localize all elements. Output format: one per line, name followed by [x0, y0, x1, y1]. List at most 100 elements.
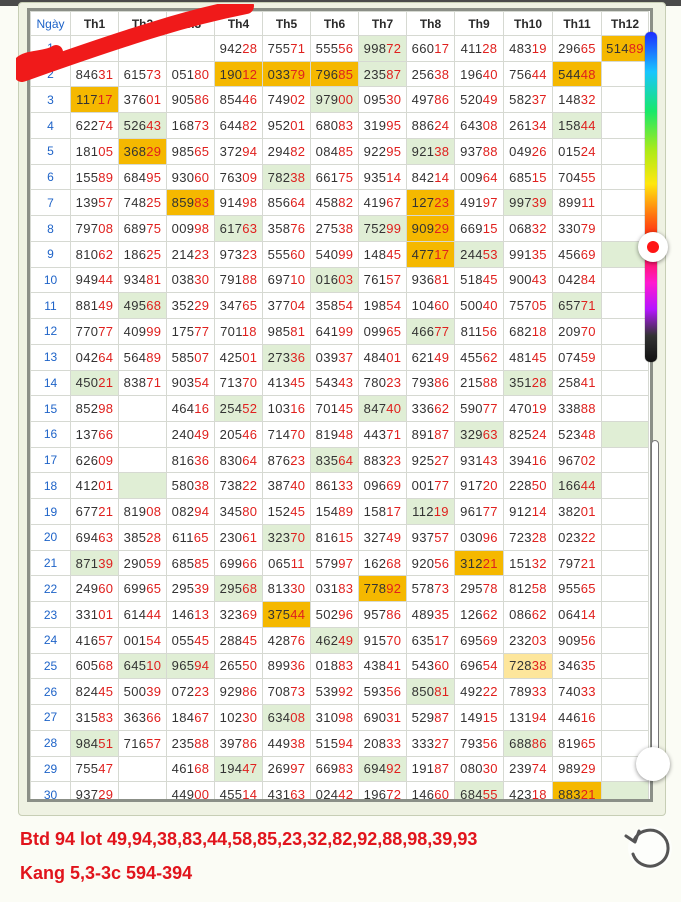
column-header-month: Th5 [262, 11, 311, 36]
result-cell: 03096 [454, 523, 504, 551]
table-row: 8 79708 68975 00998 61763 35876 27538 75299 9092… [30, 215, 650, 242]
result-cell: 916 [70, 35, 119, 62]
result-cell [601, 626, 649, 654]
day-cell: 23 [30, 601, 71, 628]
result-cell: 85983 [166, 189, 215, 217]
result-cell: 92295 [358, 137, 407, 165]
result-cell: 31583 [70, 704, 119, 731]
result-cell: 54360 [406, 652, 455, 680]
column-header-month: Th12 [601, 11, 649, 36]
result-cell: 41657 [70, 626, 119, 654]
table-row: 28 98451 71657 23588 39786 44938 51594 20833 333… [30, 729, 650, 757]
result-cell: 78023 [358, 369, 407, 397]
table-row: 12 77077 40999 17577 70118 98581 64199 09965 466… [30, 318, 650, 345]
result-cell: 00154 [118, 626, 167, 654]
result-cell: 11219 [406, 498, 455, 525]
result-cell: 74033 [552, 678, 602, 706]
day-cell: 9 [30, 240, 71, 268]
result-cell: 79356 [454, 729, 504, 757]
result-cell: 83871 [118, 369, 167, 397]
result-cell: 65771 [552, 292, 602, 320]
result-cell: 15245 [262, 498, 311, 525]
result-cell: 68515 [503, 163, 553, 191]
result-cell: 85298 [70, 395, 119, 423]
result-cell: 88149 [70, 292, 119, 320]
result-cell: 62149 [406, 343, 455, 371]
result-cell: 37294 [214, 137, 263, 165]
day-cell: 22 [30, 575, 71, 603]
result-cell: 69569 [454, 626, 504, 654]
result-cell: 20833 [358, 729, 407, 757]
result-cell: 12723 [406, 189, 455, 217]
result-cell: 51489 [601, 35, 649, 62]
result-cell [601, 369, 649, 397]
result-cell: 91214 [503, 498, 553, 525]
table-row: 24 41657 00154 05545 28845 42876 46249 91570 635… [30, 626, 650, 654]
result-cell: 02442 [310, 781, 359, 799]
result-cell: 25452 [214, 395, 263, 423]
result-cell: 92986 [214, 678, 263, 706]
result-cell: 38201 [552, 498, 602, 525]
day-cell: 18 [30, 472, 71, 500]
result-cell: 19854 [358, 292, 407, 320]
brush-size-slider[interactable] [651, 440, 659, 768]
result-cell: 89936 [262, 652, 311, 680]
day-cell: 20 [30, 523, 71, 551]
result-cell: 05545 [166, 626, 215, 654]
result-cell: 52348 [552, 421, 602, 448]
column-header-month: Th10 [503, 11, 553, 36]
result-cell: 49786 [406, 86, 455, 114]
table-row: 5 18105 36829 98565 37294 29482 08485 92295 9213… [30, 137, 650, 165]
result-cell: 50296 [310, 601, 359, 628]
result-cell: 43841 [358, 652, 407, 680]
result-cell: 14845 [358, 240, 407, 268]
caption-line-2: Kang 5,3-3c 594-394 [20, 863, 193, 883]
column-header-month: Th11 [552, 11, 602, 36]
result-cell: 71470 [262, 421, 311, 448]
result-cell: 83564 [310, 446, 359, 474]
result-cell: 23587 [358, 60, 407, 88]
column-header-month: Th7 [358, 11, 407, 36]
color-slider-knob[interactable] [638, 232, 668, 262]
result-cell: 02322 [552, 523, 602, 551]
day-cell: 17 [30, 446, 71, 474]
color-slider[interactable] [645, 32, 657, 362]
result-cell: 45562 [454, 343, 504, 371]
result-cell: 61165 [166, 523, 215, 551]
result-cell [601, 137, 649, 165]
column-header-day: Ngày [30, 11, 71, 36]
result-cell: 32369 [214, 601, 263, 628]
result-cell: 09530 [358, 86, 407, 114]
table-row: 7 13957 74825 85983 91498 85664 45882 41967 1272… [30, 189, 650, 217]
column-header-month: Th4 [214, 11, 263, 36]
brush-size-slider-knob[interactable] [636, 747, 670, 781]
result-cell [601, 421, 649, 448]
result-cell: 36366 [118, 704, 167, 731]
result-cell: 92527 [406, 446, 455, 474]
result-cell: 52049 [454, 86, 504, 114]
result-cell: 74902 [262, 86, 311, 114]
result-cell: 01603 [310, 266, 359, 294]
result-cell: 21588 [454, 369, 504, 397]
result-cell: 33327 [406, 729, 455, 757]
result-cell: 14613 [166, 601, 215, 628]
result-cell: 31098 [310, 704, 359, 731]
result-cell: 48935 [406, 601, 455, 628]
result-cell [601, 318, 649, 345]
result-cell: 84740 [358, 395, 407, 423]
result-cell: 16873 [166, 112, 215, 139]
result-cell: 58038 [166, 472, 215, 500]
result-cell: 00964 [454, 163, 504, 191]
result-cell: 69654 [454, 652, 504, 680]
result-cell: 01883 [310, 652, 359, 680]
result-cell: 35854 [310, 292, 359, 320]
result-cell: 35876 [262, 215, 311, 242]
result-cell: 36829 [118, 137, 167, 165]
result-cell: 08662 [503, 601, 553, 628]
undo-icon[interactable] [620, 818, 676, 874]
result-cell: 99872 [358, 35, 407, 62]
result-cell: 90586 [166, 86, 215, 114]
result-cell: 89911 [552, 189, 602, 217]
result-cell: 32370 [262, 523, 311, 551]
result-cell: 24453 [454, 240, 504, 268]
